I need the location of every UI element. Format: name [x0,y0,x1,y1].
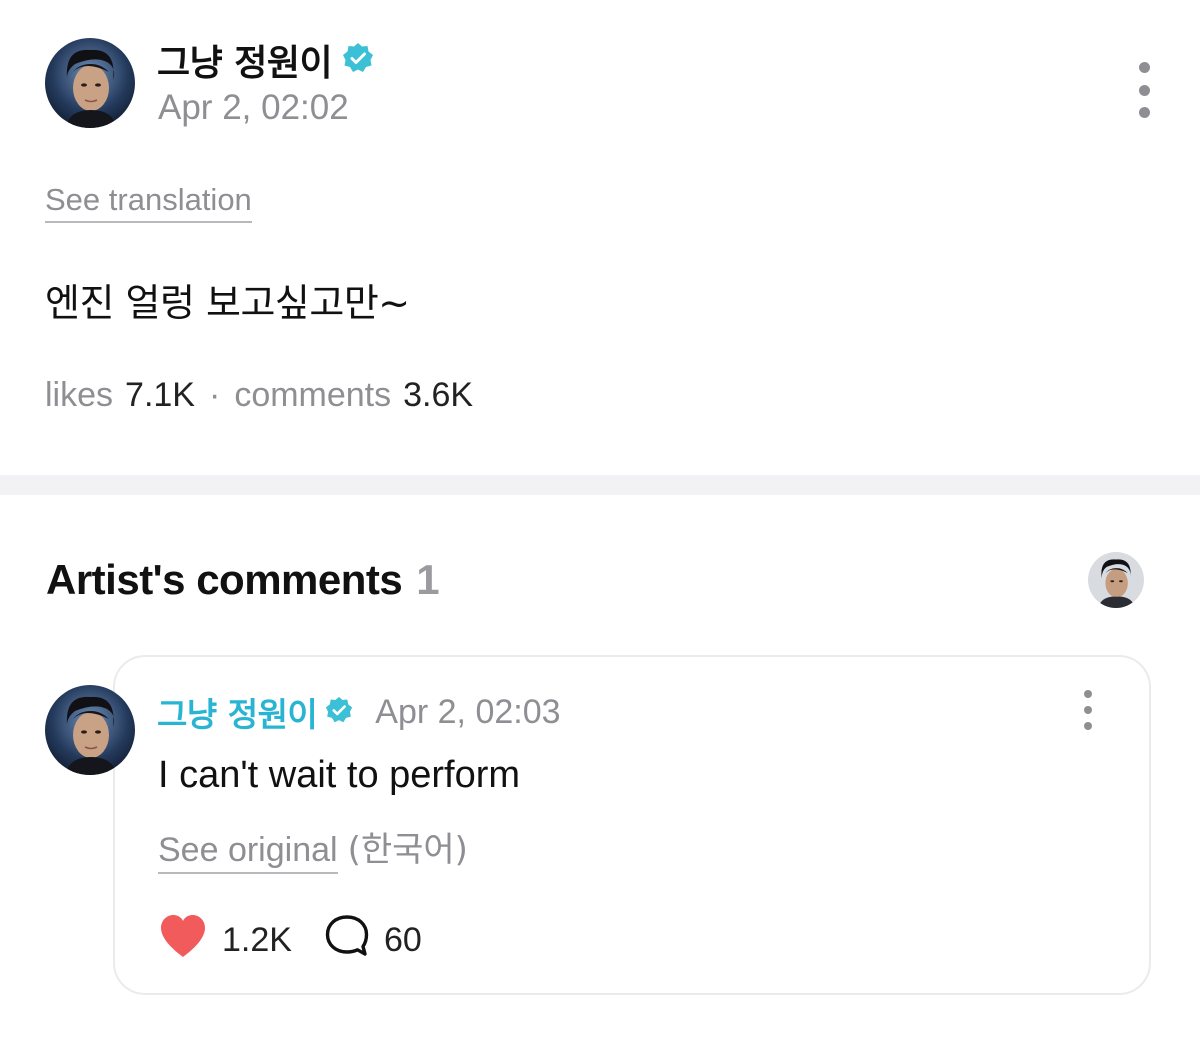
comment-bubble-icon[interactable] [324,914,370,967]
more-options-icon[interactable] [1130,62,1158,118]
post-date: Apr 2, 02:02 [158,88,349,127]
artist-comments-heading: Artist's comments 1 [46,556,440,604]
author-avatar[interactable] [45,38,135,128]
comment-author-name[interactable]: 그냥 정원이 [157,688,318,736]
comment-like-count: 1.2K [222,921,292,959]
heart-icon[interactable] [158,913,208,968]
original-language: (한국어) [347,830,468,870]
author-row: 그냥 정원이 [157,34,374,86]
artist-comments-count: 1 [416,556,440,603]
section-divider [0,475,1200,495]
see-translation-link[interactable]: See translation [45,182,252,223]
stats-separator: · [208,376,221,414]
comments-count[interactable]: 3.6K [403,376,473,415]
comment-more-options-icon[interactable] [1077,690,1099,730]
comment-header: 그냥 정원이 Apr 2, 02:03 [157,688,561,736]
likes-count[interactable]: 7.1K [125,376,195,415]
comment-reactions: 1.2K 60 [158,913,422,968]
post-page: 그냥 정원이 Apr 2, 02:02 See translation 엔진 얼… [0,0,1200,1050]
post-body-text: 엔진 얼렁 보고싶고만~ [45,281,410,325]
comments-label[interactable]: comments [234,376,391,415]
comment-author-avatar[interactable] [45,685,135,775]
author-name[interactable]: 그냥 정원이 [157,34,333,86]
verified-badge-icon [342,42,374,79]
comment-reply-count: 60 [383,921,422,959]
artist-filter-avatar[interactable] [1088,552,1144,608]
comment-date: Apr 2, 02:03 [375,692,561,731]
post-stats: likes 7.1K · comments 3.6K [45,376,473,415]
likes-label[interactable]: likes [45,376,113,415]
see-original-link[interactable]: See original [158,831,338,874]
artist-comments-title: Artist's comments [46,556,403,603]
verified-badge-icon [325,696,353,729]
see-original-row: See original (한국어) [158,822,468,874]
comment-text: I can't wait to perform [158,754,521,796]
